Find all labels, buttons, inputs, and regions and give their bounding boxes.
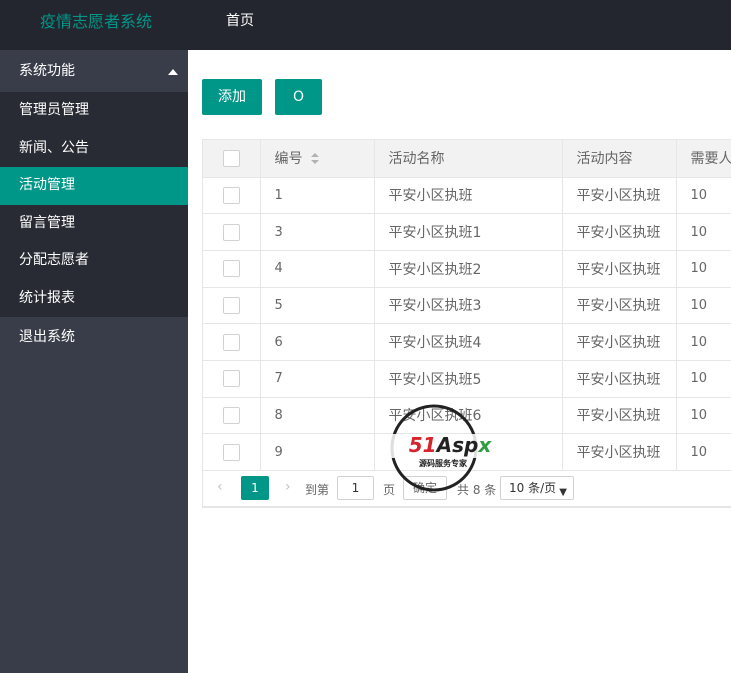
prev-page-icon[interactable]: ‹ <box>217 479 223 495</box>
cell-id: 9 <box>260 433 375 471</box>
cell-content: 平安小区执班 <box>562 323 677 361</box>
row-checkbox-cell <box>203 177 261 215</box>
sidebar-item-admin[interactable]: 管理员管理 <box>0 92 188 130</box>
cell-name: 平安小区执班3 <box>374 287 563 325</box>
next-page-icon[interactable]: › <box>285 479 291 495</box>
cell-content: 平安小区执班 <box>562 287 677 325</box>
page-unit-label: 页 <box>383 483 396 497</box>
cell-id: 8 <box>260 397 375 435</box>
cell-need: 10 <box>676 323 731 361</box>
confirm-button[interactable]: 确定 <box>403 476 447 500</box>
chevron-down-icon: ▼ <box>559 487 567 498</box>
cell-name: 平安小区执班5 <box>374 360 563 398</box>
row-checkbox-cell <box>203 397 261 435</box>
header-id[interactable]: 编号 <box>260 140 375 178</box>
main-content: 添加 O 编号 活动名称 活动内容 需要人数 1 平安小区执班 平安小区执班 <box>188 50 731 673</box>
add-button[interactable]: 添加 <box>202 79 262 115</box>
cell-id: 1 <box>260 177 375 215</box>
cell-name: 平安小区执班2 <box>374 250 563 288</box>
header-select-all-cell <box>203 140 261 178</box>
cell-name <box>374 433 563 471</box>
table-row: 9 平安小区执班 10 <box>203 433 731 471</box>
header-content: 活动内容 <box>562 140 677 178</box>
sidebar-item-reports[interactable]: 统计报表 <box>0 280 188 318</box>
select-all-checkbox[interactable] <box>222 149 240 167</box>
table-row: 8 平安小区执班6 平安小区执班 10 <box>203 397 731 435</box>
row-checkbox[interactable] <box>222 296 240 314</box>
row-checkbox[interactable] <box>222 186 240 204</box>
sidebar-item-logout[interactable]: 退出系统 <box>0 317 188 357</box>
sort-icon[interactable] <box>310 153 319 165</box>
row-checkbox[interactable] <box>222 333 240 351</box>
cell-need: 10 <box>676 177 731 215</box>
goto-label: 到第 <box>305 483 330 497</box>
table-row: 1 平安小区执班 平安小区执班 10 <box>203 177 731 215</box>
cell-name: 平安小区执班6 <box>374 397 563 435</box>
table-header-row: 编号 活动名称 活动内容 需要人数 <box>203 140 731 178</box>
cell-id: 4 <box>260 250 375 288</box>
cell-id: 5 <box>260 287 375 325</box>
table-row: 5 平安小区执班3 平安小区执班 10 <box>203 287 731 325</box>
row-checkbox[interactable] <box>222 260 240 278</box>
sidebar: 系统功能 管理员管理 新闻、公告 活动管理 留言管理 分配志愿者 统计报表 退出… <box>0 50 188 673</box>
table-row: 6 平安小区执班4 平安小区执班 10 <box>203 323 731 361</box>
app-title: 疫情志愿者系统 <box>40 12 153 31</box>
cell-id: 7 <box>260 360 375 398</box>
cell-content: 平安小区执班 <box>562 360 677 398</box>
page-size-value: 10 条/页 <box>509 481 557 495</box>
page-size-select[interactable]: 10 条/页 ▼ <box>500 476 574 500</box>
row-checkbox-cell <box>203 213 261 251</box>
cell-content: 平安小区执班 <box>562 433 677 471</box>
header-name: 活动名称 <box>374 140 563 178</box>
header-need: 需要人数 <box>676 140 731 178</box>
cell-content: 平安小区执班 <box>562 177 677 215</box>
sidebar-item-messages[interactable]: 留言管理 <box>0 205 188 243</box>
table-row: 4 平安小区执班2 平安小区执班 10 <box>203 250 731 288</box>
row-checkbox-cell <box>203 360 261 398</box>
cell-id: 3 <box>260 213 375 251</box>
row-checkbox[interactable] <box>222 443 240 461</box>
table-row: 3 平安小区执班1 平安小区执班 10 <box>203 213 731 251</box>
cell-need: 10 <box>676 360 731 398</box>
sidebar-item-assign-volunteers[interactable]: 分配志愿者 <box>0 242 188 280</box>
row-checkbox[interactable] <box>222 406 240 424</box>
cell-name: 平安小区执班 <box>374 177 563 215</box>
cell-name: 平安小区执班1 <box>374 213 563 251</box>
row-checkbox[interactable] <box>222 370 240 388</box>
refresh-button[interactable]: O <box>275 79 322 115</box>
row-checkbox-cell <box>203 250 261 288</box>
cell-need: 10 <box>676 433 731 471</box>
nav-home-link[interactable]: 首页 <box>226 0 254 42</box>
total-count: 共 8 条 <box>457 483 497 497</box>
cell-need: 10 <box>676 397 731 435</box>
sidebar-group-system[interactable]: 系统功能 <box>0 50 188 92</box>
activity-table: 编号 活动名称 活动内容 需要人数 1 平安小区执班 平安小区执班 10 3 <box>202 139 731 507</box>
cell-need: 10 <box>676 250 731 288</box>
cell-id: 6 <box>260 323 375 361</box>
cell-name: 平安小区执班4 <box>374 323 563 361</box>
top-header: 疫情志愿者系统 首页 <box>0 0 731 50</box>
table-row: 7 平安小区执班5 平安小区执班 10 <box>203 360 731 398</box>
sidebar-submenu: 管理员管理 新闻、公告 活动管理 留言管理 分配志愿者 统计报表 <box>0 92 188 317</box>
header-id-label: 编号 <box>274 151 303 168</box>
row-checkbox-cell <box>203 433 261 471</box>
cell-content: 平安小区执班 <box>562 213 677 251</box>
sidebar-group-label: 系统功能 <box>19 63 75 79</box>
sidebar-item-news[interactable]: 新闻、公告 <box>0 130 188 168</box>
row-checkbox-cell <box>203 287 261 325</box>
cell-need: 10 <box>676 213 731 251</box>
row-checkbox[interactable] <box>222 223 240 241</box>
cell-content: 平安小区执班 <box>562 250 677 288</box>
cell-content: 平安小区执班 <box>562 397 677 435</box>
goto-page-input[interactable] <box>337 476 374 500</box>
cell-need: 10 <box>676 287 731 325</box>
caret-up-icon <box>168 69 178 75</box>
row-checkbox-cell <box>203 323 261 361</box>
pagination: ‹ 1 › 到第 页 确定 共 8 条 10 条/页 ▼ <box>202 468 731 508</box>
current-page-button[interactable]: 1 <box>241 476 269 500</box>
sidebar-item-activities[interactable]: 活动管理 <box>0 167 188 205</box>
